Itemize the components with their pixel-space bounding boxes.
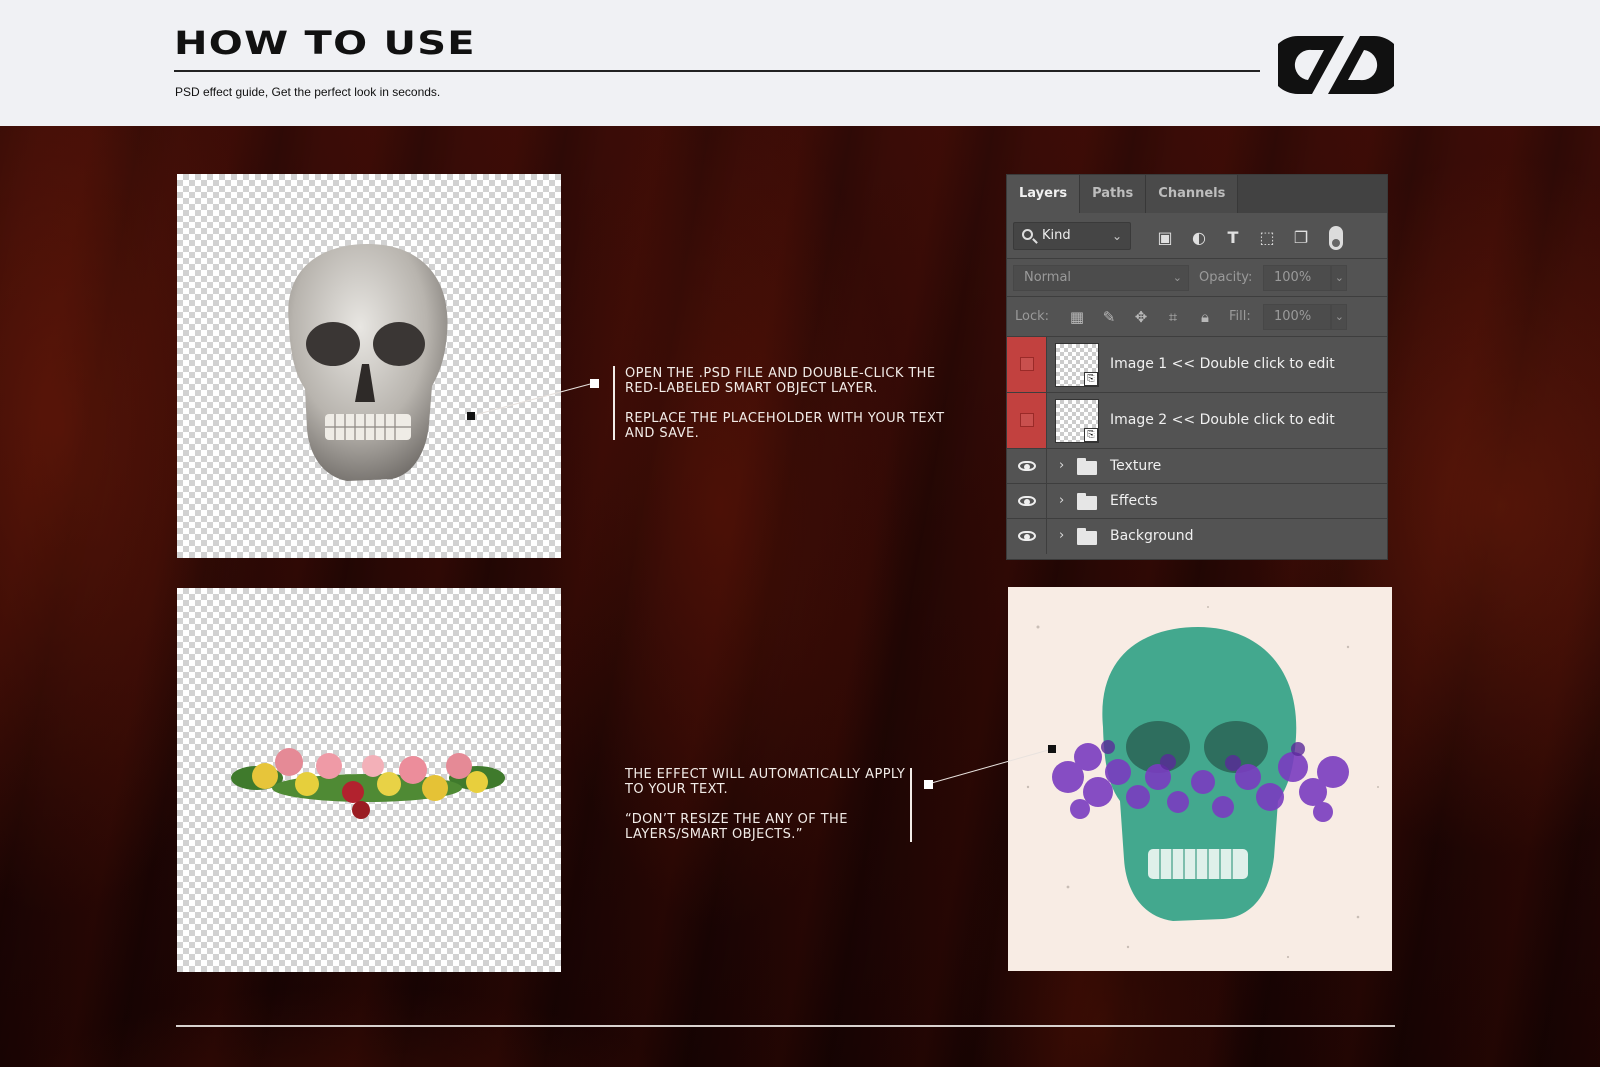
layer-row-image-1[interactable]: ⎘ Image 1 << Double click to edit [1007,337,1387,393]
smart-object-icon: ⎘ [1084,372,1098,386]
layer-name: Texture [1110,458,1162,474]
filter-kind-label: Kind [1042,228,1071,243]
opacity-dropdown[interactable]: ⌄ [1331,265,1347,291]
fill-field[interactable]: 100% [1263,304,1331,330]
chevron-right-icon[interactable]: › [1059,493,1064,508]
smart-object-filter-icon[interactable]: ❐ [1291,228,1311,248]
annotation-bar [910,768,912,842]
brand-logo-icon [1278,36,1394,94]
instruction-step-2: THE EFFECT WILL AUTOMATICALLY APPLY TO Y… [625,767,908,842]
fill-value: 100% [1274,309,1312,324]
image-filter-icon[interactable]: ▣ [1155,228,1175,248]
blend-mode-value: Normal [1024,270,1072,285]
chevron-right-icon[interactable]: › [1059,528,1064,543]
filter-toggle-icon[interactable] [1329,226,1343,250]
opacity-label: Opacity: [1199,270,1253,285]
annotation-bar [613,366,615,440]
header: HOW TO USE PSD effect guide, Get the per… [0,0,1600,126]
tab-layers[interactable]: Layers [1007,175,1081,213]
fill-dropdown[interactable]: ⌄ [1331,304,1347,330]
layer-row-texture[interactable]: › Texture [1007,449,1387,484]
photoshop-layers-panel: Layers Paths Channels Kind ⌄ ▣ ◐ T ⬚ ❐ N… [1006,174,1388,560]
adjustment-filter-icon[interactable]: ◐ [1189,228,1209,248]
opacity-field[interactable]: 100% [1263,265,1331,291]
layer-name: Background [1110,528,1194,544]
flowers-placeholder-image [177,588,561,972]
tab-paths[interactable]: Paths [1080,175,1147,213]
layer-row-background[interactable]: › Background [1007,519,1387,554]
layer-row-effects[interactable]: › Effects [1007,484,1387,519]
instruction-text: “DON’T RESIZE THE ANY OF THE LAYERS/SMAR… [625,812,848,842]
smart-object-icon: ⎘ [1084,428,1098,442]
chevron-down-icon: ⌄ [1172,271,1182,284]
folder-icon [1077,458,1097,475]
search-icon [1022,229,1033,240]
panel-tabs: Layers Paths Channels [1007,175,1387,213]
tab-channels[interactable]: Channels [1146,175,1239,213]
eye-icon [1018,496,1036,506]
result-skull-illustration [1026,606,1379,959]
type-filter-icon[interactable]: T [1223,228,1243,248]
instruction-text: THE EFFECT WILL AUTOMATICALLY APPLY TO Y… [625,767,906,797]
header-divider [174,70,1260,72]
layer-filter-bar: Kind ⌄ ▣ ◐ T ⬚ ❐ [1007,213,1387,259]
visibility-toggle[interactable] [1007,519,1047,554]
shape-filter-icon[interactable]: ⬚ [1257,228,1277,248]
visibility-toggle[interactable] [1007,449,1047,483]
opacity-value: 100% [1274,270,1312,285]
layer-red-label[interactable] [1007,337,1047,392]
chevron-down-icon: ⌄ [1334,310,1344,323]
folder-icon [1077,493,1097,510]
layer-name: Image 1 << Double click to edit [1110,356,1335,372]
instruction-step-1: OPEN THE .PSD FILE AND DOUBLE-CLICK THE … [625,366,970,441]
eye-icon [1018,531,1036,541]
skull-placeholder-image [177,174,561,558]
folder-icon [1077,528,1097,545]
visibility-off-icon [1020,413,1034,427]
eye-icon [1018,461,1036,471]
lock-image-brush-icon[interactable]: ✎ [1099,307,1119,327]
layer-name: Effects [1110,493,1158,509]
layer-row-image-2[interactable]: ⎘ Image 2 << Double click to edit [1007,393,1387,449]
visibility-off-icon [1020,357,1034,371]
flower-garland-illustration [231,748,505,819]
instruction-text: OPEN THE .PSD FILE AND DOUBLE-CLICK THE … [625,366,936,396]
lock-label: Lock: [1015,309,1050,324]
instruction-text: REPLACE THE PLACEHOLDER WITH YOUR TEXT A… [625,411,945,441]
chevron-down-icon: ⌄ [1334,271,1344,284]
layer-red-label[interactable] [1007,393,1047,448]
blend-row: Normal ⌄ Opacity: 100% ⌄ [1007,259,1387,297]
layer-thumbnail: ⎘ [1055,399,1099,443]
page-subtitle: PSD effect guide, Get the perfect look i… [175,85,441,99]
result-preview-image [1008,587,1392,971]
page-title: HOW TO USE [174,24,476,62]
skull-illustration [288,244,448,481]
lock-row: Lock: ▦ ✎ ✥ ⌗ 🔒︎ Fill: 100% ⌄ [1007,297,1387,337]
layer-name: Image 2 << Double click to edit [1110,412,1335,428]
filter-kind-select[interactable]: Kind ⌄ [1013,222,1131,250]
chevron-down-icon: ⌄ [1111,229,1122,243]
visibility-toggle[interactable] [1007,484,1047,518]
footer-divider [176,1025,1395,1027]
lock-all-icon[interactable]: 🔒︎ [1195,307,1215,327]
lock-position-move-icon[interactable]: ✥ [1131,307,1151,327]
blend-mode-select[interactable]: Normal ⌄ [1013,265,1189,291]
lock-transparent-icon[interactable]: ▦ [1067,307,1087,327]
fill-label: Fill: [1229,309,1251,324]
lock-artboard-icon[interactable]: ⌗ [1163,307,1183,327]
chevron-right-icon[interactable]: › [1059,458,1064,473]
layer-thumbnail: ⎘ [1055,343,1099,387]
